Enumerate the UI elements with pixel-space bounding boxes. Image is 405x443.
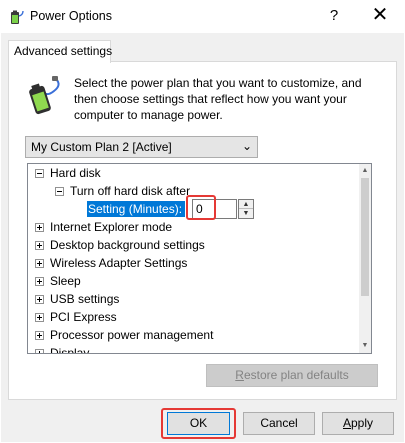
collapse-icon[interactable] xyxy=(35,169,44,178)
power-options-icon xyxy=(11,10,24,24)
expand-icon[interactable] xyxy=(35,349,44,353)
tree-item[interactable]: Processor power management xyxy=(50,326,213,344)
plan-select-value: My Custom Plan 2 [Active] xyxy=(31,140,172,154)
chevron-down-icon: ⌄ xyxy=(242,139,253,153)
description-text: Select the power plan that you want to c… xyxy=(74,76,362,122)
tree-item-turn-off-hard-disk[interactable]: Turn off hard disk after xyxy=(70,182,190,200)
expand-icon[interactable] xyxy=(35,241,44,250)
spin-down-icon[interactable]: ▼ xyxy=(239,209,253,218)
tree-item[interactable]: Wireless Adapter Settings xyxy=(50,254,187,272)
restore-plan-defaults-button[interactable]: Restore plan defaults xyxy=(206,364,378,387)
highlight-box xyxy=(161,408,236,439)
expand-icon[interactable] xyxy=(35,259,44,268)
tab-label: Advanced settings xyxy=(14,44,113,58)
apply-accesskey: A xyxy=(342,416,351,430)
scroll-up-icon[interactable]: ▲ xyxy=(359,164,371,178)
window-title: Power Options xyxy=(30,9,112,23)
spin-buttons: ▲ ▼ xyxy=(238,199,254,219)
scrollbar-thumb[interactable] xyxy=(361,178,369,296)
tree-item[interactable]: Internet Explorer mode xyxy=(50,218,172,236)
spin-up-icon[interactable]: ▲ xyxy=(239,200,253,209)
help-button[interactable]: ? xyxy=(322,5,346,27)
scroll-down-icon[interactable]: ▼ xyxy=(359,339,371,353)
expand-icon[interactable] xyxy=(35,295,44,304)
apply-button[interactable]: Apply xyxy=(322,412,394,435)
expand-icon[interactable] xyxy=(35,313,44,322)
close-button[interactable]: ✕ xyxy=(366,4,394,28)
tree-item[interactable]: PCI Express xyxy=(50,308,117,326)
highlight-box xyxy=(186,195,216,220)
setting-minutes-label[interactable]: Setting (Minutes): xyxy=(86,200,186,218)
tree-item[interactable]: Display xyxy=(50,344,89,353)
apply-label: pply xyxy=(351,416,374,430)
cancel-button[interactable]: Cancel xyxy=(243,412,315,435)
restore-label: estore plan defaults xyxy=(243,368,349,382)
expand-icon[interactable] xyxy=(35,223,44,232)
settings-tree-content: Hard disk Turn off hard disk after Inter… xyxy=(28,164,360,353)
tree-item[interactable]: Desktop background settings xyxy=(50,236,205,254)
restore-accesskey: R xyxy=(235,368,244,382)
tree-item[interactable]: USB settings xyxy=(50,290,119,308)
expand-icon[interactable] xyxy=(35,277,44,286)
tree-item-hard-disk[interactable]: Hard disk xyxy=(50,164,101,182)
tree-item[interactable]: Sleep xyxy=(50,272,81,290)
battery-plug-icon xyxy=(29,76,60,115)
collapse-icon[interactable] xyxy=(55,187,64,196)
expand-icon[interactable] xyxy=(35,331,44,340)
